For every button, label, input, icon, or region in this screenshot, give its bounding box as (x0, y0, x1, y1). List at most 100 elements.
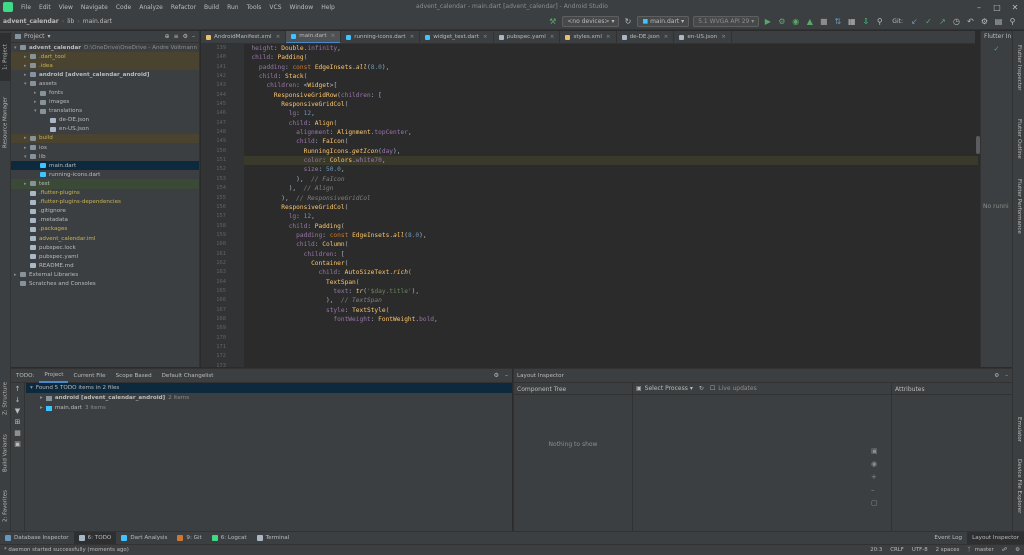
project-tree-item[interactable]: ▸ .idea (11, 61, 199, 71)
flutter-inspector-tab[interactable]: Flutter Inspector (1013, 37, 1024, 99)
tab-scope-based[interactable]: Scope Based (111, 369, 157, 383)
device-selector[interactable]: <no devices> ▾ (562, 16, 620, 27)
collapse-icon[interactable]: ≡ (174, 33, 179, 40)
close-icon[interactable]: × (410, 34, 415, 40)
layers-icon[interactable]: ▣ (871, 447, 881, 455)
expand-icon[interactable]: ⊞ (11, 416, 24, 427)
project-tree-item[interactable]: pubspec.lock (11, 243, 199, 252)
indent-setting[interactable]: 2 spaces (932, 547, 964, 553)
tab-current-file[interactable]: Current File (68, 369, 110, 383)
close-icon[interactable]: × (550, 34, 555, 40)
avd-manager-icon[interactable]: ▦ (846, 16, 857, 27)
close-icon[interactable]: × (606, 34, 611, 40)
breadcrumb-project[interactable]: advent_calendar (0, 18, 62, 25)
resource-manager-tab[interactable]: Resource Manager (0, 87, 11, 157)
run-config-selector[interactable]: ■ main.dart ▾ (637, 16, 690, 27)
close-icon[interactable]: × (483, 34, 488, 40)
bottom-tab[interactable]: Terminal (252, 532, 295, 545)
project-tree-item[interactable]: README.md (11, 261, 199, 270)
bottom-tab[interactable]: Database Inspector (0, 532, 74, 545)
profile-icon[interactable]: ◉ (790, 16, 801, 27)
project-tree-item[interactable]: ▸ images (11, 98, 199, 107)
close-icon[interactable]: × (276, 34, 281, 40)
flutter-performance-tab[interactable]: Flutter Performance (1013, 171, 1024, 241)
bottom-tab[interactable]: 6: Logcat (207, 532, 252, 545)
up-arrow-icon[interactable]: ↑ (11, 383, 24, 394)
code-editor[interactable]: height: Double.infinity, child: Padding(… (244, 44, 978, 367)
menu-item-build[interactable]: Build (200, 4, 223, 11)
favorites-tab[interactable]: 2: Favorites (0, 483, 11, 529)
todo-summary-row[interactable]: ▾ Found 5 TODO items in 2 files (26, 383, 512, 393)
settings-icon[interactable]: ⚙ (979, 16, 990, 27)
layout-icon[interactable]: ▤ (993, 16, 1004, 27)
project-tree-item[interactable]: ▸ ios (11, 143, 199, 152)
breadcrumb-folder[interactable]: lib (64, 18, 77, 25)
run-icon[interactable]: ▶ (762, 16, 773, 27)
project-tree-item[interactable]: ▾ translations (11, 107, 199, 116)
git-commit-icon[interactable]: ✓ (923, 16, 934, 27)
menu-item-run[interactable]: Run (223, 4, 243, 11)
project-tree-item[interactable]: running-icons.dart (11, 170, 199, 179)
menu-item-code[interactable]: Code (112, 4, 135, 11)
menu-item-file[interactable]: File (17, 4, 35, 11)
emulator-tab[interactable]: Emulator (1013, 411, 1024, 447)
gear-icon[interactable]: ⚙ (183, 33, 188, 40)
stop-icon[interactable]: ■ (818, 16, 829, 27)
filter-icon[interactable]: ▼ (11, 405, 24, 416)
search-everywhere-icon[interactable]: ⚲ (1007, 16, 1018, 27)
project-tree-item[interactable]: ▸ test (11, 179, 199, 189)
bottom-tab[interactable]: 6: TODO (73, 531, 117, 545)
project-tree-item[interactable]: de-DE.json (11, 116, 199, 125)
gear-icon[interactable]: ⚙ (994, 373, 999, 379)
close-icon[interactable]: × (331, 33, 336, 39)
project-tree-item[interactable]: .flutter-plugins (11, 189, 199, 198)
line-separator[interactable]: CRLF (886, 547, 908, 553)
menu-item-analyze[interactable]: Analyze (135, 4, 167, 11)
sync-icon[interactable]: ⇅ (832, 16, 843, 27)
editor-tab[interactable]: pubspec.yaml × (494, 31, 561, 43)
project-tree-item[interactable]: pubspec.yaml (11, 252, 199, 261)
project-view-selector[interactable]: Project (24, 33, 45, 40)
editor-tab[interactable]: de-DE.json × (617, 31, 675, 43)
search-icon[interactable]: ⚲ (874, 16, 885, 27)
bottom-tab[interactable]: Dart Analysis (116, 532, 172, 545)
breadcrumb-file[interactable]: main.dart (80, 18, 115, 25)
close-icon[interactable]: × (721, 34, 726, 40)
group-icon[interactable]: ▦ (11, 427, 24, 438)
menu-item-navigate[interactable]: Navigate (77, 4, 112, 11)
project-tool-tab[interactable]: 1: Project (0, 33, 11, 81)
select-process-dropdown[interactable]: Select Process (645, 385, 688, 392)
chevron-down-icon[interactable]: ▾ (690, 385, 693, 392)
project-tree-item[interactable]: en-US.json (11, 125, 199, 134)
project-tree-item[interactable]: ▸ android [advent_calendar_android] (11, 70, 199, 79)
git-branch[interactable]: master (975, 547, 998, 553)
layers-3d-icon[interactable]: ◉ (871, 460, 881, 468)
git-rollback-icon[interactable]: ↶ (965, 16, 976, 27)
project-tree-item[interactable]: ▸ .dart_tool (11, 52, 199, 62)
git-update-icon[interactable]: ↙ (909, 16, 920, 27)
project-tree-item[interactable]: Scratches and Consoles (11, 279, 199, 288)
fit-screen-icon[interactable]: ▢ (871, 499, 881, 507)
zoom-in-icon[interactable]: + (871, 473, 881, 481)
refresh-icon[interactable]: ↻ (699, 385, 704, 392)
refresh-icon[interactable]: ↻ (622, 16, 633, 27)
project-tree-item[interactable]: ▾ lib (11, 152, 199, 161)
tab-project[interactable]: Project (39, 369, 69, 383)
project-tree-item[interactable]: ▸ build (11, 133, 199, 144)
project-tree-item[interactable]: ▸ fonts (11, 88, 199, 97)
project-tree-item[interactable]: main.dart (11, 161, 199, 171)
menu-item-window[interactable]: Window (286, 4, 318, 11)
gear-icon[interactable]: ⚙ (494, 372, 499, 379)
bottom-right-tab[interactable]: Event Log (929, 532, 967, 545)
minimize-button[interactable]: – (970, 0, 988, 14)
git-push-icon[interactable]: ↗ (937, 16, 948, 27)
todo-item[interactable]: ▸ main.dart 3 items (26, 403, 512, 413)
bottom-tab[interactable]: 9: Git (172, 532, 206, 545)
close-icon[interactable]: × (664, 34, 669, 40)
structure-tab[interactable]: Z: Structure (0, 376, 11, 422)
inspector-icon[interactable]: ⚙ (1011, 547, 1024, 553)
close-button[interactable]: ✕ (1006, 0, 1024, 14)
editor-tab[interactable]: styles.xml × (560, 31, 617, 43)
hide-icon[interactable]: – (505, 372, 508, 379)
project-tree-item[interactable]: .packages (11, 225, 199, 234)
